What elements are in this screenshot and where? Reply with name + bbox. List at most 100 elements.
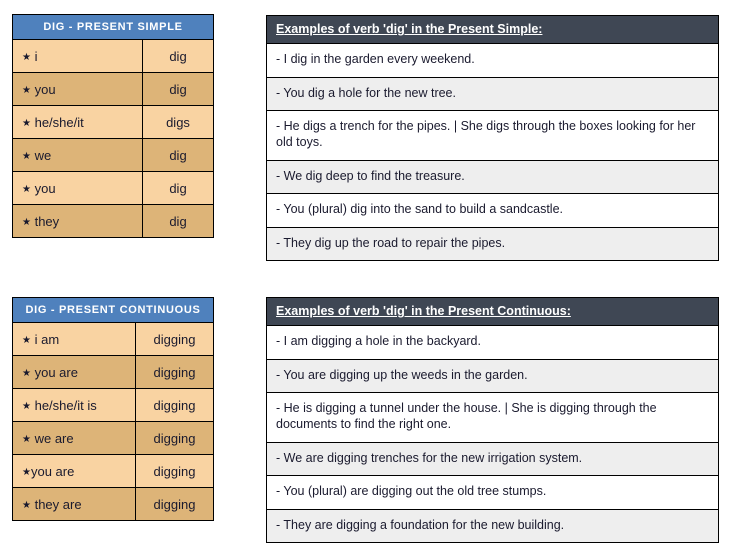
conjugation-table-present-continuous: DIG - PRESENT CONTINUOUS ★ i am digging … [12,297,214,521]
star-icon: ★ [22,400,31,412]
present-simple-conjugation-block: DIG - PRESENT SIMPLE ★ i dig ★ you dig ★… [11,14,215,238]
list-item: - They are digging a foundation for the … [266,508,719,544]
table-header-row: Examples of verb 'dig' in the Present Si… [266,15,719,44]
example-sentence: - I dig in the garden every weekend. [266,43,719,78]
star-icon: ★ [22,150,31,162]
table-row: ★ you dig [12,171,215,205]
table-row: ★ you are digging [12,355,214,389]
star-icon: ★ [22,334,31,346]
example-sentence: - They are digging a foundation for the … [266,508,719,544]
verb-form-cell: digging [135,421,214,455]
verb-form-cell: dig [141,72,215,106]
pronoun-cell: ★ he/she/it is [12,388,136,422]
list-item: - I am digging a hole in the backyard. [266,325,719,360]
list-item: - We are digging trenches for the new ir… [266,441,719,477]
example-sentence: - You (plural) dig into the sand to buil… [266,193,719,228]
list-item: - He is digging a tunnel under the house… [266,392,719,443]
list-item: - You dig a hole for the new tree. [266,76,719,112]
star-icon: ★ [22,183,31,195]
star-icon: ★ [22,51,31,63]
table-header-row: DIG - PRESENT SIMPLE [11,14,215,40]
examples-table-present-continuous: Examples of verb 'dig' in the Present Co… [266,297,719,544]
examples-title: Examples of verb 'dig' in the Present Co… [266,297,719,326]
table-row: ★ we dig [12,138,215,172]
star-icon: ★ [22,216,31,228]
pronoun-label: they [34,213,60,229]
conjugation-title: DIG - PRESENT SIMPLE [11,14,215,40]
examples-title-text: Examples of verb 'dig' in the Present Si… [276,22,543,36]
list-item: - You are digging up the weeds in the ga… [266,358,719,394]
table-row: ★ i dig [12,39,215,73]
verb-form-cell: digging [135,487,214,521]
pronoun-label: i am [34,331,60,347]
present-simple-examples-block: Examples of verb 'dig' in the Present Si… [266,15,719,262]
examples-table-present-simple: Examples of verb 'dig' in the Present Si… [266,15,719,262]
list-item: - They dig up the road to repair the pip… [266,226,719,262]
example-sentence: - You dig a hole for the new tree. [266,76,719,112]
table-row: ★ he/she/it is digging [12,388,214,422]
pronoun-cell: ★ we [12,138,143,172]
pronoun-cell: ★ you are [12,355,136,389]
example-sentence: - They dig up the road to repair the pip… [266,226,719,262]
pronoun-cell: ★ he/she/it [12,105,143,139]
pronoun-cell: ★you are [12,454,136,488]
conjugation-table-present-simple: DIG - PRESENT SIMPLE ★ i dig ★ you dig ★… [11,14,215,238]
verb-form-cell: digging [135,322,214,356]
pronoun-label: you [34,180,56,196]
star-icon: ★ [22,499,31,511]
example-sentence: - You are digging up the weeds in the ga… [266,358,719,394]
pronoun-cell: ★ we are [12,421,136,455]
star-icon: ★ [22,466,31,478]
present-continuous-conjugation-block: DIG - PRESENT CONTINUOUS ★ i am digging … [12,297,214,521]
star-icon: ★ [22,117,31,129]
example-sentence: - We dig deep to find the treasure. [266,159,719,195]
verb-form-cell: digging [135,454,214,488]
table-row: ★ they dig [12,204,215,238]
table-header-row: Examples of verb 'dig' in the Present Co… [266,297,719,326]
star-icon: ★ [22,367,31,379]
table-row: ★ he/she/it digs [12,105,215,139]
list-item: - We dig deep to find the treasure. [266,159,719,195]
conjugation-title: DIG - PRESENT CONTINUOUS [12,297,214,323]
verb-form-cell: digging [135,388,214,422]
pronoun-label: they are [34,496,82,512]
star-icon: ★ [22,84,31,96]
example-sentence: - You (plural) are digging out the old t… [266,475,719,510]
pronoun-label: you [34,81,56,97]
pronoun-label: you are [30,463,75,479]
verb-form-cell: digs [141,105,215,139]
pronoun-cell: ★ i [12,39,143,73]
pronoun-label: he/she/it is [34,397,97,413]
pronoun-cell: ★ they are [12,487,136,521]
table-row: ★ you dig [12,72,215,106]
pronoun-cell: ★ you [12,171,143,205]
pronoun-label: we are [34,430,74,446]
pronoun-cell: ★ they [12,204,143,238]
present-continuous-examples-block: Examples of verb 'dig' in the Present Co… [266,297,719,544]
pronoun-label: we [34,147,52,163]
pronoun-cell: ★ you [12,72,143,106]
pronoun-label: you are [34,364,78,380]
table-header-row: DIG - PRESENT CONTINUOUS [12,297,214,323]
star-icon: ★ [22,433,31,445]
example-sentence: - He is digging a tunnel under the house… [266,392,719,443]
pronoun-label: he/she/it [34,114,84,130]
verb-form-cell: digging [135,355,214,389]
table-row: ★ we are digging [12,421,214,455]
table-row: ★ they are digging [12,487,214,521]
list-item: - You (plural) dig into the sand to buil… [266,193,719,228]
table-row: ★you are digging [12,454,214,488]
pronoun-label: i [34,48,38,64]
verb-form-cell: dig [141,204,215,238]
example-sentence: - I am digging a hole in the backyard. [266,325,719,360]
list-item: - I dig in the garden every weekend. [266,43,719,78]
examples-title: Examples of verb 'dig' in the Present Si… [266,15,719,44]
verb-form-cell: dig [141,39,215,73]
verb-form-cell: dig [141,171,215,205]
list-item: - He digs a trench for the pipes. | She … [266,110,719,161]
examples-title-text: Examples of verb 'dig' in the Present Co… [276,304,571,318]
pronoun-cell: ★ i am [12,322,136,356]
table-row: ★ i am digging [12,322,214,356]
example-sentence: - We are digging trenches for the new ir… [266,441,719,477]
list-item: - You (plural) are digging out the old t… [266,475,719,510]
